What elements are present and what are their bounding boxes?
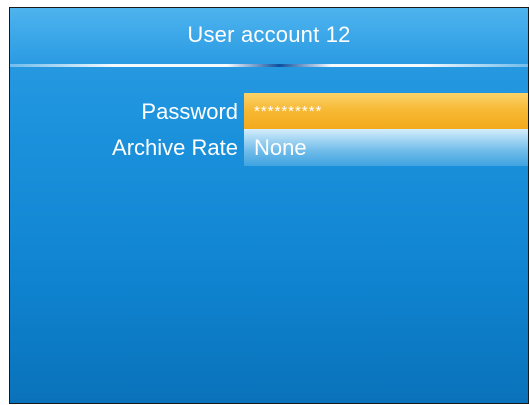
title-divider <box>10 64 528 67</box>
archive-rate-row: Archive Rate None <box>10 129 528 166</box>
archive-rate-field[interactable]: None <box>244 129 528 166</box>
password-row: Password ********** <box>10 93 528 130</box>
password-label: Password <box>141 99 238 124</box>
archive-rate-label: Archive Rate <box>112 135 238 160</box>
page-title: User account 12 <box>187 21 351 47</box>
title-bar: User account 12 <box>10 8 528 64</box>
password-field[interactable]: ********** <box>244 93 528 130</box>
device-screen: User account 12 Password ********** Arch… <box>9 7 529 404</box>
